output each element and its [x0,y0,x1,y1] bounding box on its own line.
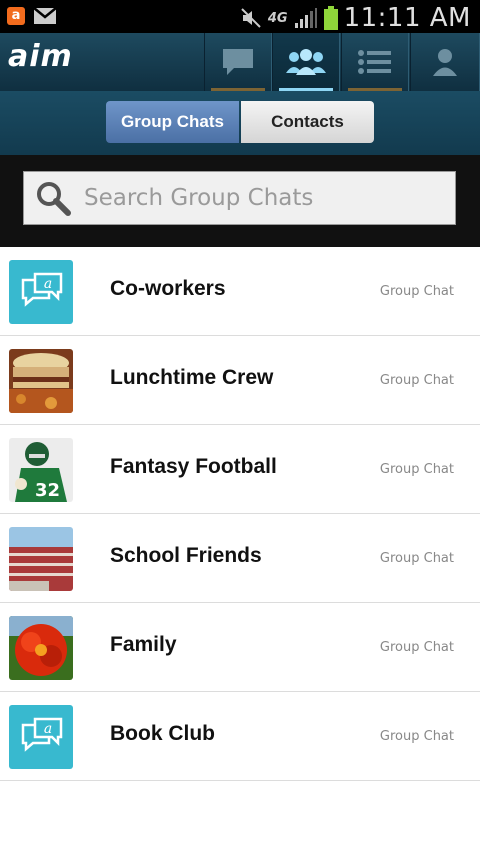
mute-icon [241,8,261,28]
battery-icon [323,6,338,30]
clock: 11:11 AM [343,3,471,33]
aim-logo: aim [8,39,73,74]
aim-chat-avatar-icon: a [9,260,73,324]
search-box[interactable] [23,171,456,225]
chat-bubble-icon [223,49,253,75]
group-type-label: Group Chat [379,551,454,566]
list-item[interactable]: 32 Fantasy Football Group Chat [0,425,480,514]
search-icon [37,182,71,216]
network-type: 4G [267,10,288,26]
gmail-icon [33,7,57,24]
search-area [0,155,480,247]
group-chats-segment[interactable]: Group Chats [106,101,239,143]
aim-chat-avatar-icon: a [9,705,73,769]
group-type-label: Group Chat [379,640,454,655]
group-name: School Friends [110,544,262,567]
tab-buddy-list[interactable] [341,33,409,91]
group-chat-list: a Co-workers Group Chat Lunchtime Crew G… [0,247,480,781]
app-bar: aim [0,33,480,91]
group-name: Fantasy Football [110,455,277,478]
app-notification-icon: a [7,7,25,25]
sandwich-photo [9,349,73,413]
list-item[interactable]: Lunchtime Crew Group Chat [0,336,480,425]
group-name: Family [110,633,177,656]
group-name: Co-workers [110,277,226,300]
red-flower-photo [9,616,73,680]
group-name: Book Club [110,722,215,745]
tab-profile[interactable] [410,33,480,91]
person-icon [433,49,457,76]
list-item[interactable]: Family Group Chat [0,603,480,692]
list-item[interactable]: School Friends Group Chat [0,514,480,603]
list-icon [358,50,391,74]
svg-text:a: a [44,276,52,292]
football-player-photo: 32 [9,438,73,502]
stadium-photo [9,527,73,591]
svg-text:a: a [44,721,52,737]
status-bar: a 4G 11:11 AM [0,0,480,33]
segment-bar: Group Chats Contacts [0,91,480,155]
tab-chats[interactable] [204,33,272,91]
group-type-label: Group Chat [379,284,454,299]
group-name: Lunchtime Crew [110,366,274,389]
group-type-label: Group Chat [379,373,454,388]
group-icon [286,49,326,75]
group-type-label: Group Chat [379,729,454,744]
list-item[interactable]: a Book Club Group Chat [0,692,480,781]
signal-icon [294,8,317,28]
tab-group-chats[interactable] [272,33,340,91]
search-input[interactable] [82,184,446,212]
list-item[interactable]: a Co-workers Group Chat [0,247,480,336]
svg-text:32: 32 [35,480,60,501]
contacts-segment[interactable]: Contacts [241,101,374,143]
group-type-label: Group Chat [379,462,454,477]
